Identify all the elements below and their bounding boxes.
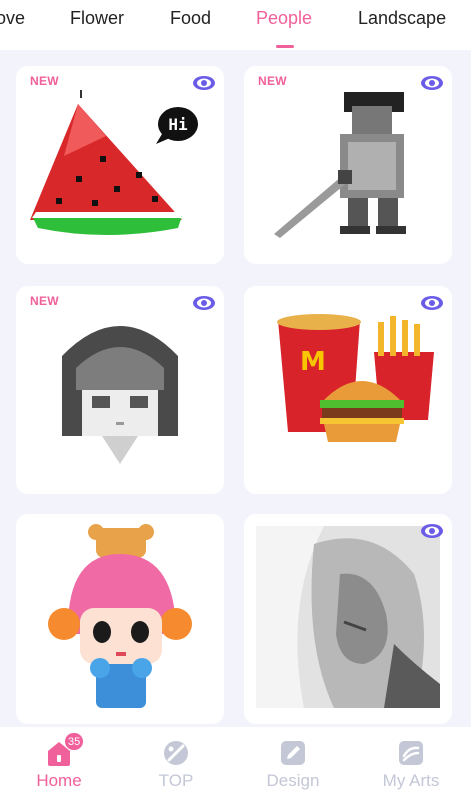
woman-portrait-artwork: [256, 526, 440, 708]
svg-text:M: M: [300, 347, 326, 377]
grey-haired-girl-artwork: [62, 326, 178, 464]
speech-bubble-text: Hi: [168, 115, 188, 134]
watermelon-artwork: Hi: [30, 90, 198, 235]
artwork-card[interactable]: Hi NEW: [16, 66, 224, 264]
eye-icon[interactable]: [420, 294, 444, 312]
artwork-card[interactable]: NEW: [16, 286, 224, 494]
notification-badge: 35: [64, 732, 85, 751]
pink-haired-girl-artwork: [48, 524, 192, 708]
nav-my-arts-label: My Arts: [382, 771, 440, 790]
nav-home[interactable]: 35 Home: [0, 727, 118, 800]
bottom-navigation: 35 Home TOP Design My Arts: [0, 727, 471, 800]
artwork-card[interactable]: [244, 514, 452, 724]
nav-design[interactable]: Design: [234, 727, 352, 800]
tab-people[interactable]: People: [256, 8, 312, 29]
warrior-artwork: [274, 92, 406, 238]
category-tab-bar: ove Flower Food People Landscape: [0, 0, 471, 50]
new-badge: NEW: [258, 74, 287, 88]
tab-love[interactable]: ove: [0, 8, 25, 29]
arts-icon: [399, 741, 423, 765]
tab-flower[interactable]: Flower: [70, 8, 124, 29]
nav-my-arts[interactable]: My Arts: [352, 727, 470, 800]
eye-icon[interactable]: [420, 74, 444, 92]
palette-icon: [164, 741, 188, 765]
fast-food-artwork: M: [277, 314, 434, 442]
artwork-card[interactable]: NEW: [244, 66, 452, 264]
tab-landscape[interactable]: Landscape: [358, 8, 446, 29]
new-badge: NEW: [30, 74, 59, 88]
eye-icon[interactable]: [192, 294, 216, 312]
new-badge: NEW: [30, 294, 59, 308]
active-tab-indicator: [276, 45, 294, 48]
nav-design-label: Design: [266, 771, 320, 790]
eye-icon[interactable]: [192, 74, 216, 92]
nav-top[interactable]: TOP: [117, 727, 235, 800]
nav-top-label: TOP: [158, 771, 194, 790]
pencil-icon: [281, 741, 305, 765]
artwork-card[interactable]: [16, 514, 224, 724]
tab-food[interactable]: Food: [170, 8, 211, 29]
nav-home-label: Home: [36, 771, 82, 790]
eye-icon[interactable]: [420, 522, 444, 540]
artwork-card[interactable]: M: [244, 286, 452, 494]
